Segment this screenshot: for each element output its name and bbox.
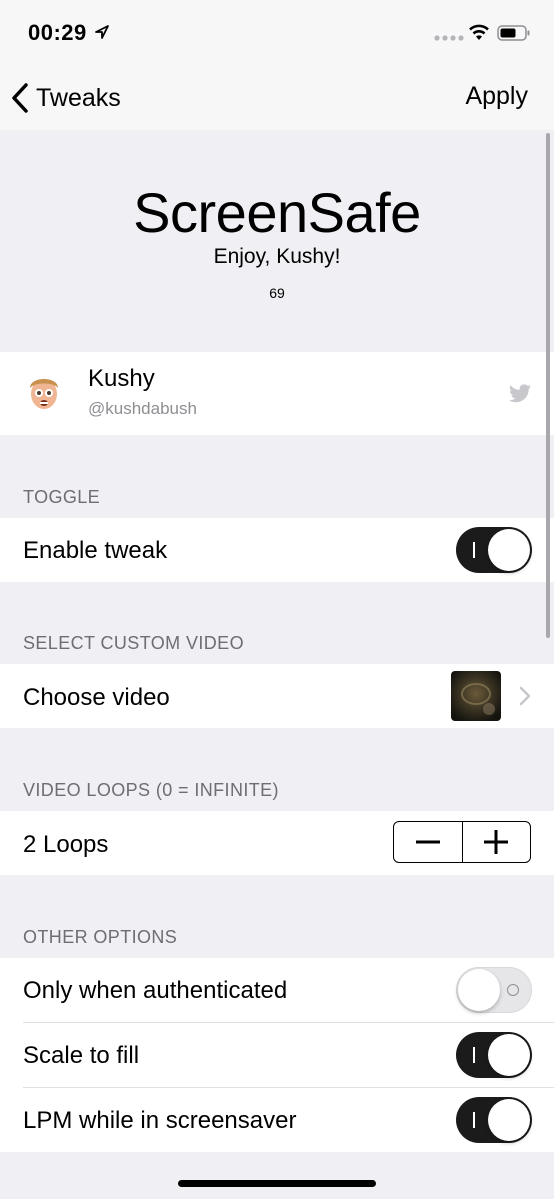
enable-tweak-switch[interactable] (456, 527, 532, 573)
loops-stepper[interactable] (393, 821, 531, 863)
switch-off-mark (507, 984, 519, 996)
chevron-right-icon (519, 686, 531, 706)
status-time: 00:29 (28, 20, 87, 45)
section-header-loops: VIDEO LOOPS (0 = INFINITE) (23, 780, 279, 800)
lpm-in-screensaver-switch[interactable] (456, 1097, 532, 1143)
plus-icon (484, 830, 509, 854)
developer-name: Kushy (88, 365, 155, 392)
lpm-in-screensaver-label: LPM while in screensaver (23, 1107, 297, 1134)
stepper-increment-button[interactable] (463, 822, 531, 862)
section-header-video: SELECT CUSTOM VIDEO (23, 633, 244, 653)
choose-video-label: Choose video (23, 684, 170, 711)
battery-icon (497, 25, 530, 41)
enable-tweak-label: Enable tweak (23, 537, 168, 564)
stepper-decrement-button[interactable] (394, 822, 463, 862)
video-thumbnail (451, 671, 501, 721)
scale-to-fill-label: Scale to fill (23, 1042, 140, 1069)
minus-icon (415, 840, 440, 844)
only-when-authenticated-label: Only when authenticated (23, 977, 288, 1004)
tweak-title: ScreenSafe (133, 181, 421, 244)
scale-to-fill-switch[interactable] (456, 1032, 532, 1078)
only-when-authenticated-switch[interactable] (456, 967, 532, 1013)
tweak-subtitle: Enjoy, Kushy! (213, 245, 341, 268)
switch-on-mark (473, 1047, 475, 1063)
row-separator (23, 1087, 554, 1088)
switch-knob (488, 529, 530, 571)
avatar (30, 379, 58, 409)
loops-value-label: 2 Loops (23, 831, 109, 858)
switch-knob (488, 1034, 530, 1076)
developer-cell[interactable] (0, 352, 554, 435)
wifi-icon (469, 24, 489, 40)
developer-handle: @kushdabush (88, 399, 197, 418)
back-button[interactable]: Tweaks (10, 80, 121, 116)
back-button-label: Tweaks (36, 83, 121, 112)
location-arrow-icon (95, 25, 109, 39)
switch-on-mark (473, 542, 475, 558)
home-indicator[interactable] (178, 1180, 376, 1187)
apply-button[interactable]: Apply (465, 82, 528, 111)
scroll-indicator[interactable] (546, 133, 550, 638)
switch-on-mark (473, 1112, 475, 1128)
section-header-toggle: TOGGLE (23, 487, 101, 507)
section-header-other: OTHER OPTIONS (23, 927, 178, 947)
twitter-icon[interactable] (508, 384, 532, 404)
cellular-signal-icon (434, 35, 464, 41)
row-separator (23, 1022, 554, 1023)
tweak-number: 69 (269, 285, 285, 301)
chevron-left-icon (12, 83, 28, 113)
switch-knob (488, 1099, 530, 1141)
switch-knob (458, 969, 500, 1011)
